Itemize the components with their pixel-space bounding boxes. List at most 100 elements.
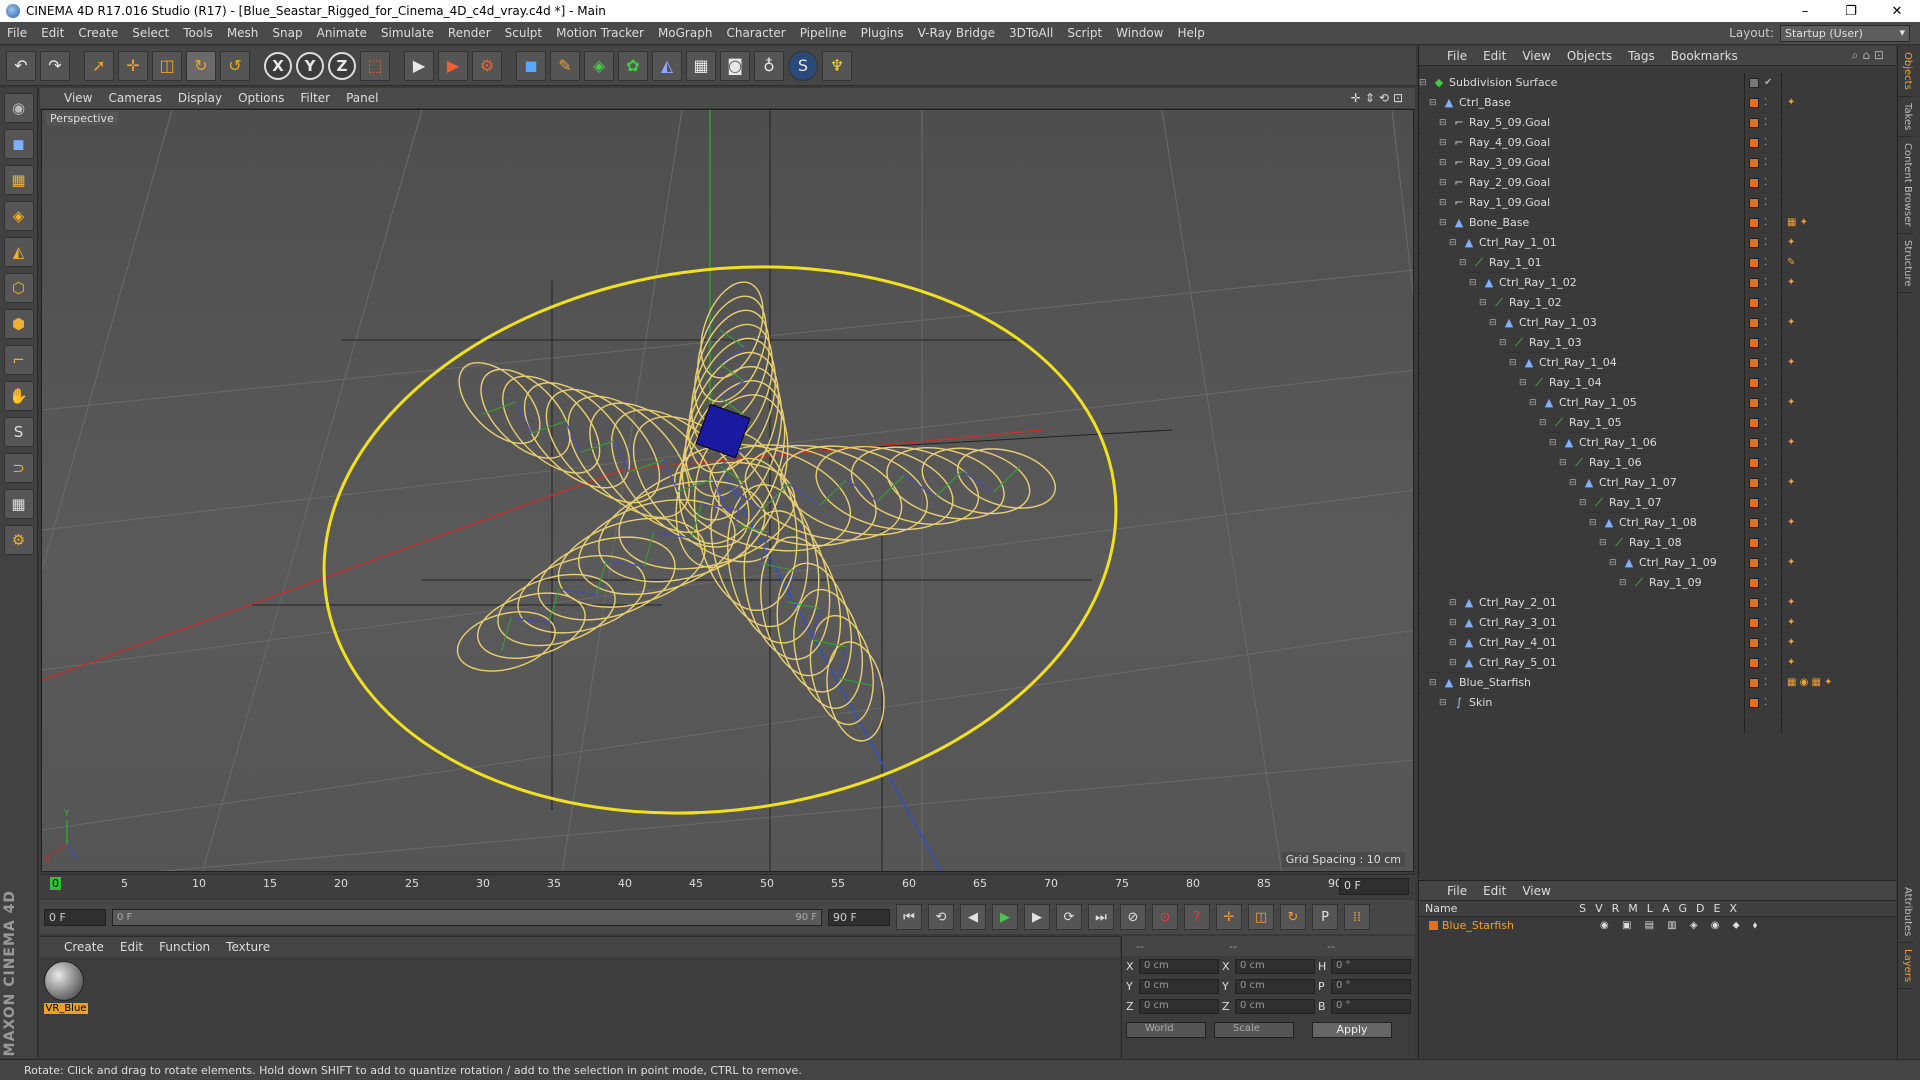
object-tags[interactable]: ✦ — [1787, 357, 1795, 368]
start-frame-field[interactable]: 0 F — [44, 908, 106, 926]
visibility-dots-icon[interactable]: ⁚ — [1764, 157, 1767, 168]
layer-color-swatch[interactable] — [1429, 920, 1438, 930]
object-row[interactable]: ⊟ ⟋ Ray_1_03 ⁚ — [1419, 333, 1897, 353]
om-menu-objects[interactable]: Objects — [1567, 49, 1612, 63]
visibility-dots-icon[interactable]: ⁚ — [1764, 697, 1767, 708]
tree-expander-icon[interactable]: ⊟ — [1439, 158, 1447, 168]
viewport-menu-display[interactable]: Display — [178, 91, 222, 105]
ray-control-ring[interactable] — [802, 611, 881, 730]
menu-script[interactable]: Script — [1060, 26, 1109, 40]
object-tags[interactable]: ✦ — [1787, 657, 1795, 668]
timeline-ruler[interactable]: 0 5 10 15 20 25 30 35 40 45 50 55 60 65 … — [40, 874, 1415, 898]
material-menu-edit[interactable]: Edit — [120, 940, 143, 954]
end-frame-field[interactable]: 90 F — [828, 908, 890, 926]
visibility-dots-icon[interactable]: ⁚ — [1764, 617, 1767, 628]
menu-plugins[interactable]: Plugins — [854, 26, 911, 40]
object-tags[interactable]: ✦ — [1787, 597, 1795, 608]
record-keys-icon[interactable]: ⊙ — [1152, 904, 1178, 930]
ray-control-ring[interactable] — [672, 327, 792, 485]
tree-expander-icon[interactable]: ⊟ — [1539, 418, 1547, 428]
object-row[interactable]: ⊟ ▲ Ctrl_Ray_1_07 ⁚ ✦ — [1419, 473, 1897, 493]
ray-control-ring[interactable] — [526, 369, 679, 522]
object-row[interactable]: ⊟ ⌐ Ray_2_09.Goal ⁚ — [1419, 173, 1897, 193]
object-row[interactable]: ⊟ ▲ Ctrl_Ray_1_05 ⁚ ✦ — [1419, 393, 1897, 413]
scale-icon[interactable]: ◫ — [152, 50, 182, 81]
object-row[interactable]: ⊟ ⟋ Ray_1_02 ⁚ — [1419, 293, 1897, 313]
axis-z-lock-icon[interactable]: Z — [328, 51, 356, 80]
tree-expander-icon[interactable]: ⊟ — [1619, 578, 1627, 588]
layout-dropdown[interactable]: Startup (User) — [1780, 24, 1910, 42]
viewport-menu-options[interactable]: Options — [238, 91, 284, 105]
lm-menu-view[interactable]: View — [1522, 884, 1550, 898]
tree-expander-icon[interactable]: ⊟ — [1609, 558, 1617, 568]
subdivision-surface-icon[interactable]: ◈ — [584, 50, 614, 81]
visibility-dots-icon[interactable]: ⁚ — [1764, 257, 1767, 268]
layer-color-icon[interactable] — [1749, 657, 1759, 668]
tree-expander-icon[interactable]: ⊟ — [1569, 478, 1577, 488]
layer-color-icon[interactable] — [1749, 197, 1759, 208]
viewport-menu-filter[interactable]: Filter — [300, 91, 330, 105]
key-position-icon[interactable]: ✛ — [1216, 904, 1242, 930]
visibility-dots-icon[interactable]: ⁚ — [1764, 117, 1767, 128]
visibility-dots-icon[interactable]: ⁚ — [1764, 497, 1767, 508]
position-z-field[interactable]: 0 cm — [1139, 998, 1219, 1014]
object-row[interactable]: ⊟ ▲ Blue_Starfish ⁚ ▦ ◉ ▦ ✦ — [1419, 673, 1897, 693]
tree-expander-icon[interactable]: ⊟ — [1549, 438, 1557, 448]
key-scale-icon[interactable]: ◫ — [1248, 904, 1274, 930]
position-y-field[interactable]: 0 cm — [1139, 978, 1219, 994]
key-rotation-icon[interactable]: ↻ — [1280, 904, 1306, 930]
previous-key-icon[interactable]: ⟲ — [928, 904, 954, 930]
object-tags[interactable]: ✦ — [1787, 637, 1795, 648]
menu-vray-bridge[interactable]: V-Ray Bridge — [911, 26, 1002, 40]
go-to-start-icon[interactable]: ⏮ — [896, 904, 922, 930]
cloner-icon[interactable]: ✿ — [618, 50, 648, 81]
object-tags[interactable]: ▦ ✦ — [1787, 217, 1808, 228]
coord-mode-dropdown[interactable]: World — [1126, 1022, 1206, 1038]
object-tags[interactable]: ✦ — [1787, 277, 1795, 288]
redo-icon[interactable]: ↷ — [40, 50, 70, 81]
size-x-field[interactable]: 0 cm — [1235, 958, 1315, 974]
menu-3dtoall[interactable]: 3DToAll — [1002, 26, 1060, 40]
object-row[interactable]: ⊟ ▲ Bone_Base ⁚ ▦ ✦ — [1419, 213, 1897, 233]
visibility-dots-icon[interactable]: ⁚ — [1764, 337, 1767, 348]
tree-expander-icon[interactable]: ⊟ — [1459, 258, 1467, 268]
lm-menu-edit[interactable]: Edit — [1483, 884, 1506, 898]
object-row[interactable]: ⊟ ⌐ Ray_3_09.Goal ⁚ — [1419, 153, 1897, 173]
material-item[interactable]: VR_Blue — [44, 961, 88, 1014]
tab-attributes[interactable]: Attributes — [1898, 881, 1913, 944]
object-row[interactable]: ⊟ ⟋ Ray_1_04 ⁚ — [1419, 373, 1897, 393]
object-row[interactable]: ⊟ ⟋ Ray_1_09 ⁚ — [1419, 573, 1897, 593]
visibility-dots-icon[interactable]: ⁚ — [1764, 137, 1767, 148]
light-icon[interactable]: ♁ — [754, 50, 784, 81]
visibility-dots-icon[interactable]: ⁚ — [1764, 577, 1767, 588]
magnet-icon[interactable]: ⊃ — [3, 453, 34, 483]
visibility-dots-icon[interactable]: ✔ — [1764, 77, 1772, 88]
tab-takes[interactable]: Takes — [1898, 97, 1913, 138]
ray-control-ring[interactable] — [951, 439, 1062, 518]
om-menu-tags[interactable]: Tags — [1628, 49, 1655, 63]
object-row[interactable]: ⊟ ⟋ Ray_1_05 ⁚ — [1419, 413, 1897, 433]
layer-color-icon[interactable] — [1749, 317, 1759, 328]
menu-edit[interactable]: Edit — [34, 26, 71, 40]
viewport-camera-label[interactable]: Perspective — [46, 112, 118, 125]
snap-icon[interactable]: S — [3, 417, 34, 447]
layer-color-icon[interactable] — [1749, 297, 1759, 308]
tree-expander-icon[interactable]: ⊟ — [1449, 638, 1457, 648]
menu-help[interactable]: Help — [1170, 26, 1211, 40]
visibility-dots-icon[interactable]: ⁚ — [1764, 217, 1767, 228]
object-row[interactable]: ⊟ ⟋ Ray_1_08 ⁚ — [1419, 533, 1897, 553]
play-icon[interactable]: ▶ — [992, 904, 1018, 930]
object-row[interactable]: ⊟ ▲ Ctrl_Ray_1_01 ⁚ ✦ — [1419, 233, 1897, 253]
render-view-icon[interactable]: ▶ — [404, 50, 434, 81]
layer-color-icon[interactable] — [1749, 597, 1759, 608]
ray-control-ring[interactable] — [699, 451, 821, 635]
object-row[interactable]: ⊟ ▲ Ctrl_Ray_1_06 ⁚ ✦ — [1419, 433, 1897, 453]
tab-objects[interactable]: Objects — [1898, 46, 1913, 97]
key-pla-icon[interactable]: ⁞⁞ — [1344, 904, 1370, 930]
visibility-dots-icon[interactable]: ⁚ — [1764, 677, 1767, 688]
axis-x-lock-icon[interactable]: X — [264, 51, 292, 80]
visibility-dots-icon[interactable]: ⁚ — [1764, 417, 1767, 428]
object-row[interactable]: ⊟ ▲ Ctrl_Ray_1_09 ⁚ ✦ — [1419, 553, 1897, 573]
tree-expander-icon[interactable]: ⊟ — [1439, 218, 1447, 228]
visibility-dots-icon[interactable]: ⁚ — [1764, 557, 1767, 568]
